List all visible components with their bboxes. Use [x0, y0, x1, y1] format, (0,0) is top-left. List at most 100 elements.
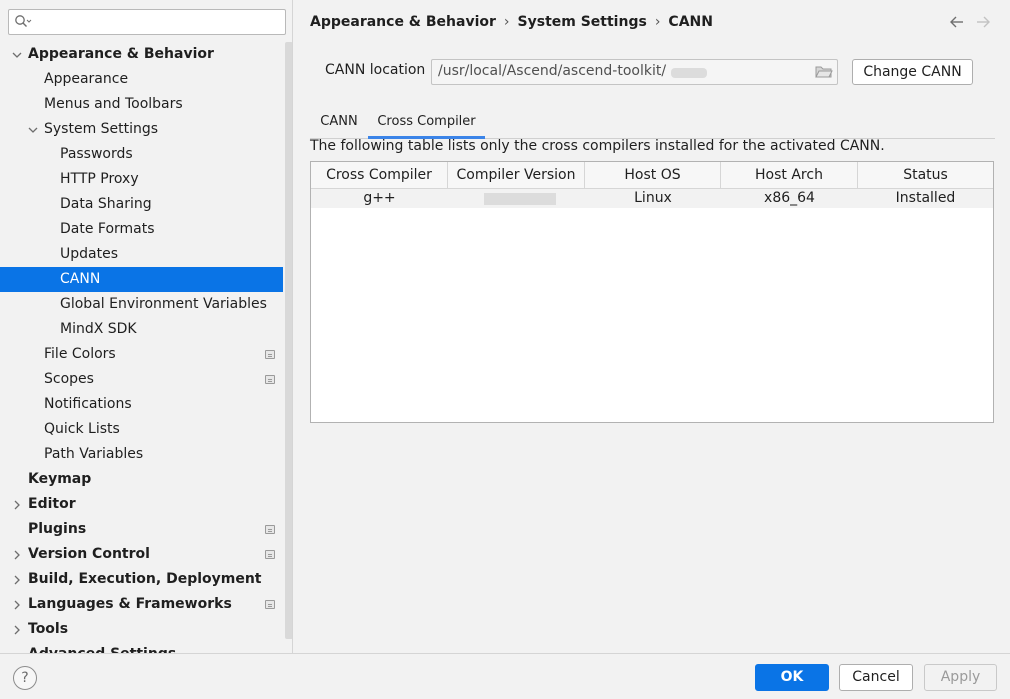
settings-tree: Appearance & Behavior Appearance Menus and…	[0, 42, 292, 653]
breadcrumb-item[interactable]: Appearance & Behavior	[310, 14, 496, 30]
sidebar-item-label: Passwords	[60, 146, 133, 162]
sidebar-item[interactable]: Appearance & Behavior	[0, 42, 292, 67]
sidebar-item[interactable]: Plugins	[0, 517, 292, 542]
sidebar-item-label: Appearance & Behavior	[28, 46, 214, 62]
folder-icon[interactable]	[815, 65, 833, 79]
project-level-icon	[265, 525, 275, 534]
chevron-down-icon[interactable]	[27, 117, 39, 142]
sidebar-item[interactable]: System Settings	[0, 117, 292, 142]
chevron-right-icon[interactable]	[11, 542, 23, 567]
cross-compiler-table: Cross Compiler Compiler Version Host OS …	[310, 161, 994, 423]
sidebar-item-label: Notifications	[44, 396, 132, 412]
redacted-text	[671, 68, 707, 78]
sidebar-item[interactable]: Appearance	[0, 67, 292, 92]
sidebar-item[interactable]: Tools	[0, 617, 292, 642]
cell-status: Installed	[895, 190, 956, 206]
sidebar-item-label: Tools	[28, 621, 69, 637]
sidebar-item[interactable]: Version Control	[0, 542, 292, 567]
redacted-text	[484, 193, 556, 205]
project-level-icon	[265, 600, 275, 609]
sidebar-item[interactable]: Scopes	[0, 367, 292, 392]
column-header-compiler-version[interactable]: Compiler Version	[448, 162, 585, 189]
cann-location-label: CANN location	[325, 62, 426, 78]
sidebar-item-label: Quick Lists	[44, 421, 120, 437]
chevron-right-icon[interactable]	[11, 492, 23, 517]
search-input[interactable]	[8, 9, 286, 35]
settings-content: Appearance & Behavior › System Settings › CA…	[294, 0, 1010, 653]
column-header-cross-compiler[interactable]: Cross Compiler	[311, 162, 448, 189]
sidebar-item[interactable]: Notifications	[0, 392, 292, 417]
table-row[interactable]: g++ Linux x86_64 Installed	[311, 189, 993, 208]
sidebar-item[interactable]: Global Environment Variables	[0, 292, 292, 317]
sidebar-item[interactable]: Quick Lists	[0, 417, 292, 442]
sidebar-item-label: Plugins	[28, 521, 87, 537]
sidebar-item-label: CANN	[60, 271, 101, 287]
sidebar-item-label: Advanced Settings	[28, 642, 176, 653]
sidebar-item[interactable]: Menus and Toolbars	[0, 92, 292, 117]
sidebar-item-label: Menus and Toolbars	[44, 96, 183, 112]
table-header: Cross Compiler Compiler Version Host OS …	[311, 162, 993, 189]
sidebar-item[interactable]: HTTP Proxy	[0, 167, 292, 192]
change-cann-button[interactable]: Change CANN	[852, 59, 973, 85]
help-button[interactable]: ?	[13, 666, 37, 690]
cell-host-os: Linux	[634, 190, 672, 206]
sidebar-item-label: Version Control	[28, 546, 150, 562]
tab-cann[interactable]: CANN	[310, 112, 368, 139]
project-level-icon	[265, 375, 275, 384]
sidebar-item[interactable]: Updates	[0, 242, 292, 267]
table-description: The following table lists only the cross…	[310, 138, 885, 154]
sidebar-item[interactable]: Languages & Frameworks	[0, 592, 292, 617]
sidebar-item-label: Data Sharing	[60, 196, 152, 212]
search-icon	[15, 15, 32, 27]
cann-location-value: /usr/local/Ascend/ascend-toolkit/	[438, 63, 667, 79]
back-arrow-icon[interactable]	[949, 14, 965, 30]
breadcrumb-item[interactable]: System Settings	[518, 14, 647, 30]
breadcrumb: Appearance & Behavior › System Settings › CA…	[310, 14, 713, 30]
chevron-right-icon[interactable]	[11, 617, 23, 642]
sidebar-item[interactable]: File Colors	[0, 342, 292, 367]
ok-button[interactable]: OK	[755, 664, 829, 691]
sidebar-item[interactable]: MindX SDK	[0, 317, 292, 342]
sidebar-item-label: Languages & Frameworks	[28, 596, 232, 612]
sidebar-item[interactable]: Path Variables	[0, 442, 292, 467]
sidebar-item-label: HTTP Proxy	[60, 171, 139, 187]
sidebar-item-label: Date Formats	[60, 221, 155, 237]
column-header-status[interactable]: Status	[858, 162, 993, 189]
cell-host-arch: x86_64	[764, 190, 815, 206]
sidebar-item[interactable]: Keymap	[0, 467, 292, 492]
sidebar-item-label: File Colors	[44, 346, 116, 362]
column-header-host-arch[interactable]: Host Arch	[721, 162, 858, 189]
cancel-button[interactable]: Cancel	[839, 664, 913, 691]
cell-cross-compiler: g++	[363, 190, 396, 206]
sidebar-item[interactable]: Date Formats	[0, 217, 292, 242]
sidebar-item[interactable]: Data Sharing	[0, 192, 292, 217]
sidebar-scrollbar-thumb[interactable]	[285, 42, 292, 639]
sidebar-item-label: Keymap	[28, 471, 92, 487]
dialog-footer: ? OK Cancel Apply	[0, 653, 1010, 699]
sidebar-item-label: MindX SDK	[60, 321, 137, 337]
apply-button[interactable]: Apply	[924, 664, 997, 691]
tab-cross-compiler[interactable]: Cross Compiler	[368, 112, 485, 139]
sidebar-item-label: Appearance	[44, 71, 129, 87]
sidebar-item-label: Scopes	[44, 371, 94, 387]
sidebar-item[interactable]: CANN	[0, 267, 292, 292]
sidebar-item-label: Build, Execution, Deployment	[28, 571, 262, 587]
column-header-host-os[interactable]: Host OS	[585, 162, 721, 189]
chevron-down-icon[interactable]	[11, 42, 23, 67]
chevron-right-icon[interactable]	[11, 592, 23, 617]
project-level-icon	[265, 550, 275, 559]
breadcrumb-separator: ›	[654, 14, 661, 30]
sidebar-item[interactable]: Editor	[0, 492, 292, 517]
sidebar-item-label: System Settings	[44, 121, 159, 137]
sidebar-item[interactable]: Advanced Settings	[0, 642, 292, 653]
chevron-right-icon[interactable]	[11, 567, 23, 592]
cann-location-field: /usr/local/Ascend/ascend-toolkit/	[431, 59, 838, 85]
sidebar-item-label: Updates	[60, 246, 118, 262]
tab-bar: CANN Cross Compiler	[310, 112, 995, 139]
sidebar-item[interactable]: Passwords	[0, 142, 292, 167]
project-level-icon	[265, 350, 275, 359]
forward-arrow-icon[interactable]	[975, 14, 991, 30]
breadcrumb-separator: ›	[503, 14, 510, 30]
sidebar-item-label: Path Variables	[44, 446, 144, 462]
sidebar-item[interactable]: Build, Execution, Deployment	[0, 567, 292, 592]
